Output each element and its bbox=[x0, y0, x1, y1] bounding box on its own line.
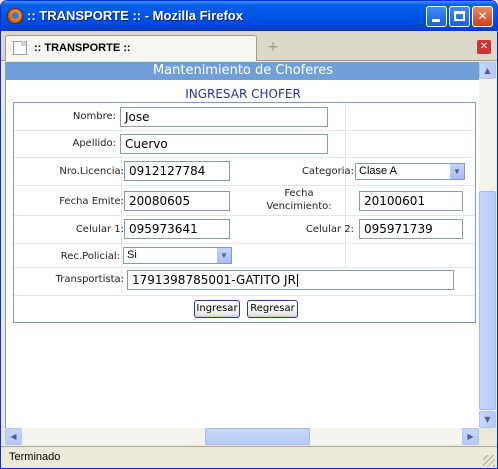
page-content: Mantenimiento de Choferes INGRESAR CHOFE… bbox=[5, 62, 479, 428]
celular1-label: Celular 1: bbox=[75, 224, 124, 235]
fecha-vencimiento-label-1: Fecha bbox=[284, 188, 314, 199]
celular2-label: Celular 2: bbox=[305, 224, 354, 235]
maximize-button[interactable] bbox=[449, 6, 470, 27]
browser-window: :: TRANSPORTE :: - Mozilla Firefox ✕ :: … bbox=[0, 0, 498, 469]
scroll-right-button[interactable]: ▶ bbox=[462, 428, 479, 445]
status-text: Terminado bbox=[9, 451, 61, 463]
nombre-input[interactable]: Jose bbox=[120, 107, 328, 127]
rec-policial-label: Rec.Policial: bbox=[60, 251, 120, 262]
rec-policial-value: Si bbox=[127, 249, 137, 261]
categoria-value: Clase A bbox=[359, 165, 397, 177]
chevron-down-icon: ▼ bbox=[216, 248, 231, 263]
minimize-icon bbox=[432, 19, 440, 22]
grid-line bbox=[14, 243, 475, 244]
page-icon bbox=[13, 41, 27, 55]
fecha-vencimiento-input[interactable]: 20100601 bbox=[359, 191, 463, 211]
licencia-input[interactable]: 0912127784 bbox=[124, 161, 230, 181]
fecha-vencimiento-label-2: Vencimiento: bbox=[266, 201, 332, 212]
regresar-button[interactable]: Regresar bbox=[247, 300, 298, 318]
chevron-down-icon: ▼ bbox=[449, 164, 464, 179]
ingresar-button[interactable]: Ingresar bbox=[194, 300, 240, 318]
tab-transporte[interactable]: :: TRANSPORTE :: bbox=[5, 35, 257, 61]
text-caret bbox=[296, 274, 298, 287]
grid-line bbox=[14, 295, 475, 296]
rec-policial-select[interactable]: Si ▼ bbox=[123, 247, 232, 264]
apellido-input[interactable]: Cuervo bbox=[120, 134, 328, 154]
minimize-button[interactable] bbox=[426, 6, 447, 27]
grid-line bbox=[14, 267, 475, 268]
categoria-select[interactable]: Clase A ▼ bbox=[355, 163, 465, 180]
scroll-down-button[interactable]: ▼ bbox=[479, 411, 496, 428]
resize-grip-icon[interactable] bbox=[483, 455, 495, 467]
grid-line bbox=[14, 215, 475, 216]
categoria-label: Categoria: bbox=[301, 166, 354, 177]
celular1-input[interactable]: 095973641 bbox=[124, 219, 230, 239]
vertical-scroll-thumb[interactable] bbox=[479, 191, 496, 410]
tab-label: :: TRANSPORTE :: bbox=[34, 42, 131, 54]
horizontal-scroll-thumb[interactable] bbox=[205, 428, 310, 445]
chofer-form: Nombre: Jose Apellido: Cuervo Nro.Licenc… bbox=[13, 102, 476, 323]
fecha-emite-label: Fecha Emite: bbox=[59, 196, 124, 207]
tab-bar: :: TRANSPORTE :: + ✕ bbox=[1, 31, 497, 61]
nombre-label: Nombre: bbox=[72, 111, 116, 122]
transportista-label: Transportista: bbox=[55, 274, 124, 285]
vertical-scrollbar[interactable]: ▲ ▼ bbox=[479, 62, 496, 428]
celular2-input[interactable]: 095971739 bbox=[359, 219, 463, 239]
page-subtitle: INGRESAR CHOFER bbox=[185, 87, 301, 101]
transportista-value: 1791398785001-GATITO JR bbox=[132, 273, 296, 287]
fecha-emite-input[interactable]: 20080605 bbox=[124, 191, 230, 211]
grid-line bbox=[14, 157, 475, 158]
scroll-left-button[interactable]: ◀ bbox=[5, 428, 22, 445]
apellido-label: Apellido: bbox=[72, 138, 116, 149]
window-title: :: TRANSPORTE :: - Mozilla Firefox bbox=[27, 8, 243, 23]
scroll-corner bbox=[479, 428, 496, 445]
firefox-icon bbox=[7, 8, 23, 24]
grid-line bbox=[14, 185, 475, 186]
page-header: Mantenimiento de Choferes bbox=[6, 62, 479, 80]
status-bar: Terminado bbox=[1, 446, 497, 468]
title-bar: :: TRANSPORTE :: - Mozilla Firefox ✕ bbox=[1, 1, 497, 31]
licencia-label: Nro.Licencia: bbox=[59, 166, 124, 177]
scroll-up-button[interactable]: ▲ bbox=[479, 62, 496, 79]
close-tab-button[interactable]: ✕ bbox=[477, 40, 491, 54]
new-tab-button[interactable]: + bbox=[261, 37, 285, 57]
close-window-button[interactable]: ✕ bbox=[472, 6, 493, 27]
horizontal-scrollbar[interactable]: ◀ ▶ bbox=[5, 428, 479, 445]
grid-line bbox=[14, 130, 475, 131]
maximize-icon bbox=[454, 11, 465, 21]
transportista-input[interactable]: 1791398785001-GATITO JR bbox=[127, 270, 454, 290]
grid-line bbox=[345, 103, 346, 267]
